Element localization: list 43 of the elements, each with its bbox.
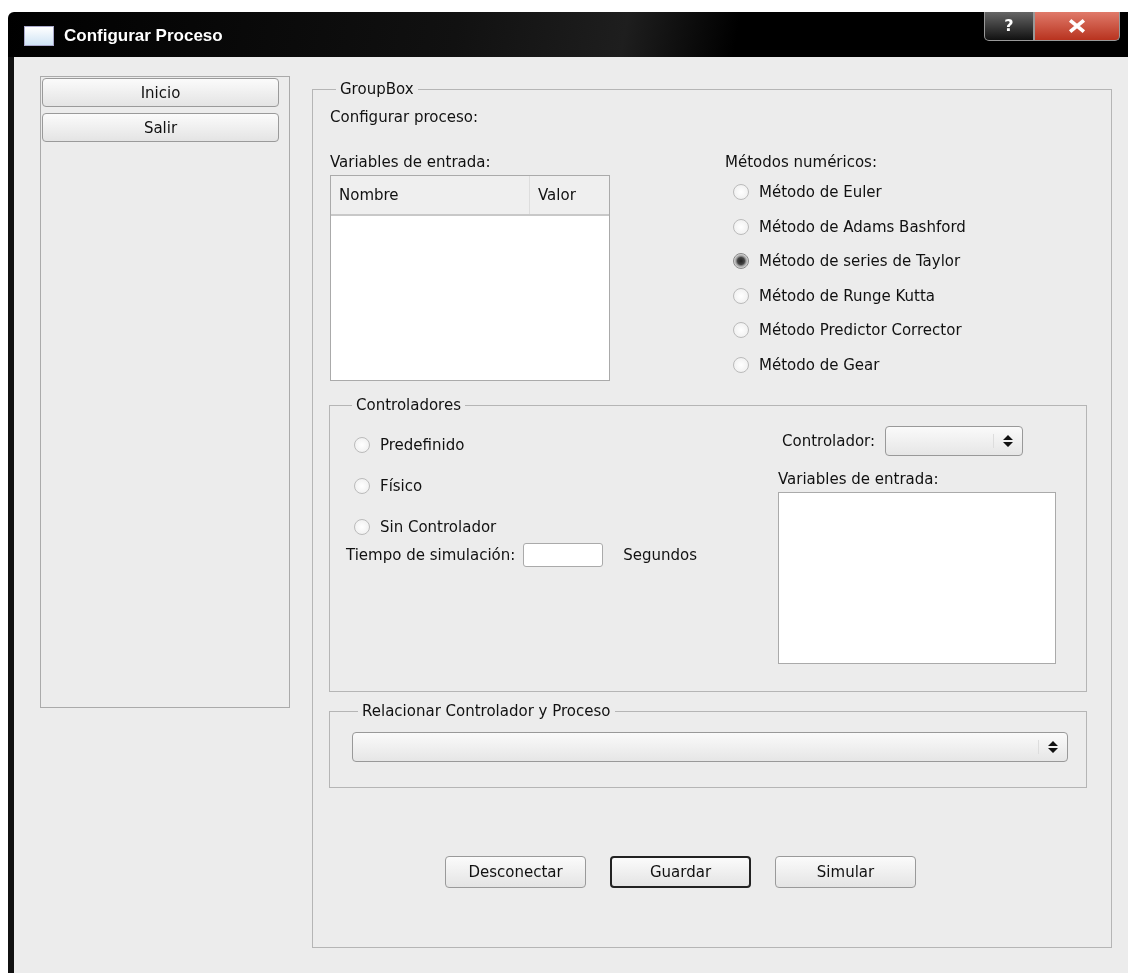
field-label: Variables de entrada: [330,153,492,173]
field-label: Métodos numéricos: [725,153,878,173]
column-header[interactable]: Valor [530,176,609,214]
sidebar-button[interactable]: Inicio [42,78,279,107]
radio-label[interactable]: Método de Gear [759,355,880,374]
sidebar-button[interactable]: Salir [42,113,279,142]
radio-label[interactable]: Físico [380,476,423,495]
radio-label[interactable]: Predefinido [380,435,465,454]
close-button[interactable] [1034,12,1120,41]
radio-label[interactable]: Método de Runge Kutta [759,286,936,305]
radio-button[interactable] [354,518,370,535]
radio-label[interactable]: Método de series de Taylor [759,252,961,271]
radio-label[interactable]: Método de Adams Bashford [759,217,966,236]
radio-label[interactable]: Método Predictor Corrector [759,321,962,340]
help-button[interactable]: ? [984,12,1034,41]
group-title: Relacionar Controlador y Proceso [361,702,612,720]
radio-button[interactable] [733,253,749,270]
radio-label[interactable]: Método de Euler [759,183,882,202]
column-header[interactable]: Nombre [331,176,530,214]
field-label: Controlador: [782,432,876,450]
radio-button[interactable] [733,184,749,201]
action-button[interactable]: Guardar [610,856,751,888]
action-button[interactable]: Desconectar [445,856,586,888]
field-label: Variables de entrada: [778,470,940,490]
group-title: Controladores [355,396,462,414]
radio-label[interactable]: Sin Controlador [380,517,497,536]
combo-box[interactable] [885,426,1024,456]
window-icon [24,26,54,46]
action-button[interactable]: Simular [775,856,916,888]
radio-button[interactable] [733,287,749,304]
section-label: Configurar proceso: [330,108,479,126]
radio-button[interactable] [354,477,370,494]
list-box[interactable] [778,492,1056,664]
input-field[interactable] [523,543,604,567]
radio-button[interactable] [733,356,749,373]
radio-button[interactable] [733,218,749,235]
combo-box[interactable] [352,732,1068,762]
window-title: Configurar Proceso [64,26,223,46]
group-title: GroupBox [339,80,415,98]
radio-button[interactable] [354,436,370,453]
unit-label: Segundos [623,546,698,564]
field-label: Tiempo de simulación: [346,546,516,564]
radio-button[interactable] [733,322,749,339]
